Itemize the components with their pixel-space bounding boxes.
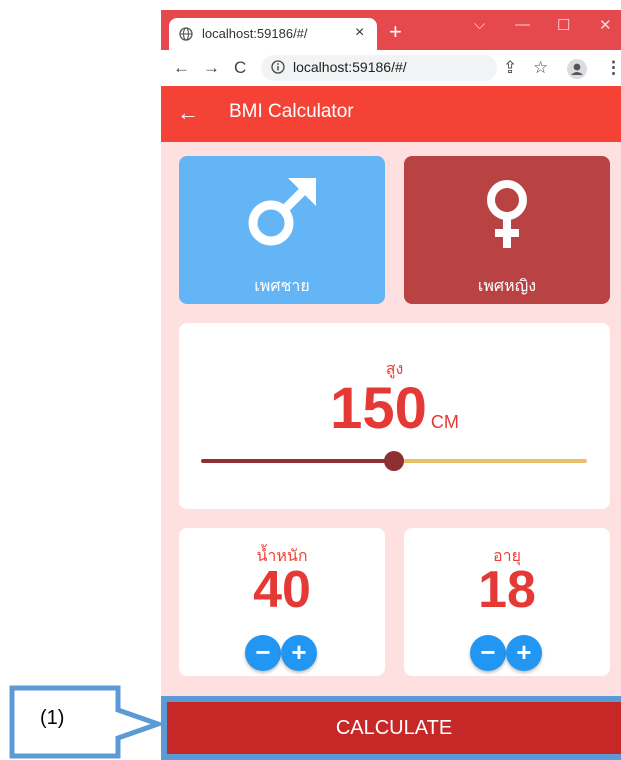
address-bar-row: ← → C localhost:59186/#/ ⇪ ☆ ⋮ (161, 50, 621, 86)
new-tab-icon[interactable]: + (389, 21, 402, 43)
age-card: อายุ 18 − + (404, 528, 610, 676)
app-back-icon[interactable]: ← (177, 100, 199, 126)
browser-window: localhost:59186/#/ × + ⌵ — ☐ ✕ ← → C loc… (161, 10, 621, 760)
back-icon[interactable]: ← (173, 58, 190, 78)
slider-track-active (201, 459, 394, 463)
browser-tab[interactable]: localhost:59186/#/ × (169, 18, 377, 50)
female-symbol-icon (487, 180, 527, 248)
height-card: สูง 150 CM (179, 323, 610, 509)
globe-icon (179, 27, 193, 41)
slider-thumb[interactable] (384, 451, 404, 471)
height-unit: CM (430, 412, 459, 432)
slider-track-inactive (394, 459, 587, 463)
maximize-icon[interactable]: ☐ (557, 16, 570, 34)
tab-search-icon[interactable]: ⌵ (474, 16, 485, 33)
menu-icon[interactable]: ⋮ (605, 58, 621, 78)
height-value: 150 (330, 376, 427, 441)
height-slider[interactable] (201, 451, 587, 471)
weight-value: 40 (253, 561, 311, 619)
male-label: เพศชาย (254, 278, 310, 295)
male-symbol-icon (248, 178, 316, 246)
bookmark-star-icon[interactable]: ☆ (533, 58, 548, 78)
app-title: BMI Calculator (229, 101, 354, 122)
calculate-highlight: CALCULATE (161, 696, 621, 760)
minimize-icon[interactable]: — (515, 16, 530, 33)
age-minus-button[interactable]: − (470, 635, 506, 671)
tab-close-icon[interactable]: × (355, 24, 364, 42)
height-value-row: 150 CM (179, 375, 610, 442)
female-card[interactable]: เพศหญิง (404, 156, 610, 304)
callout-label: (1) (40, 707, 65, 729)
app-bar: ← BMI Calculator (161, 86, 621, 142)
female-label: เพศหญิง (477, 278, 537, 295)
close-window-icon[interactable]: ✕ (599, 16, 612, 34)
weight-card: น้ำหนัก 40 − + (179, 528, 385, 676)
age-plus-button[interactable]: + (506, 635, 542, 671)
male-card[interactable]: เพศชาย (179, 156, 385, 304)
reload-icon[interactable]: C (234, 58, 246, 78)
age-value: 18 (478, 561, 536, 619)
browser-titlebar: localhost:59186/#/ × + ⌵ — ☐ ✕ (161, 10, 621, 50)
weight-plus-button[interactable]: + (281, 635, 317, 671)
site-info-icon[interactable] (271, 60, 285, 74)
callout-arrow-box (9, 685, 166, 759)
url-field[interactable]: localhost:59186/#/ (261, 55, 497, 81)
profile-icon[interactable] (567, 59, 587, 79)
forward-icon[interactable]: → (203, 58, 220, 78)
weight-minus-button[interactable]: − (245, 635, 281, 671)
tab-title: localhost:59186/#/ (202, 26, 308, 41)
url-text: localhost:59186/#/ (293, 59, 407, 75)
share-icon[interactable]: ⇪ (503, 58, 517, 78)
calculate-button[interactable]: CALCULATE (167, 702, 621, 754)
